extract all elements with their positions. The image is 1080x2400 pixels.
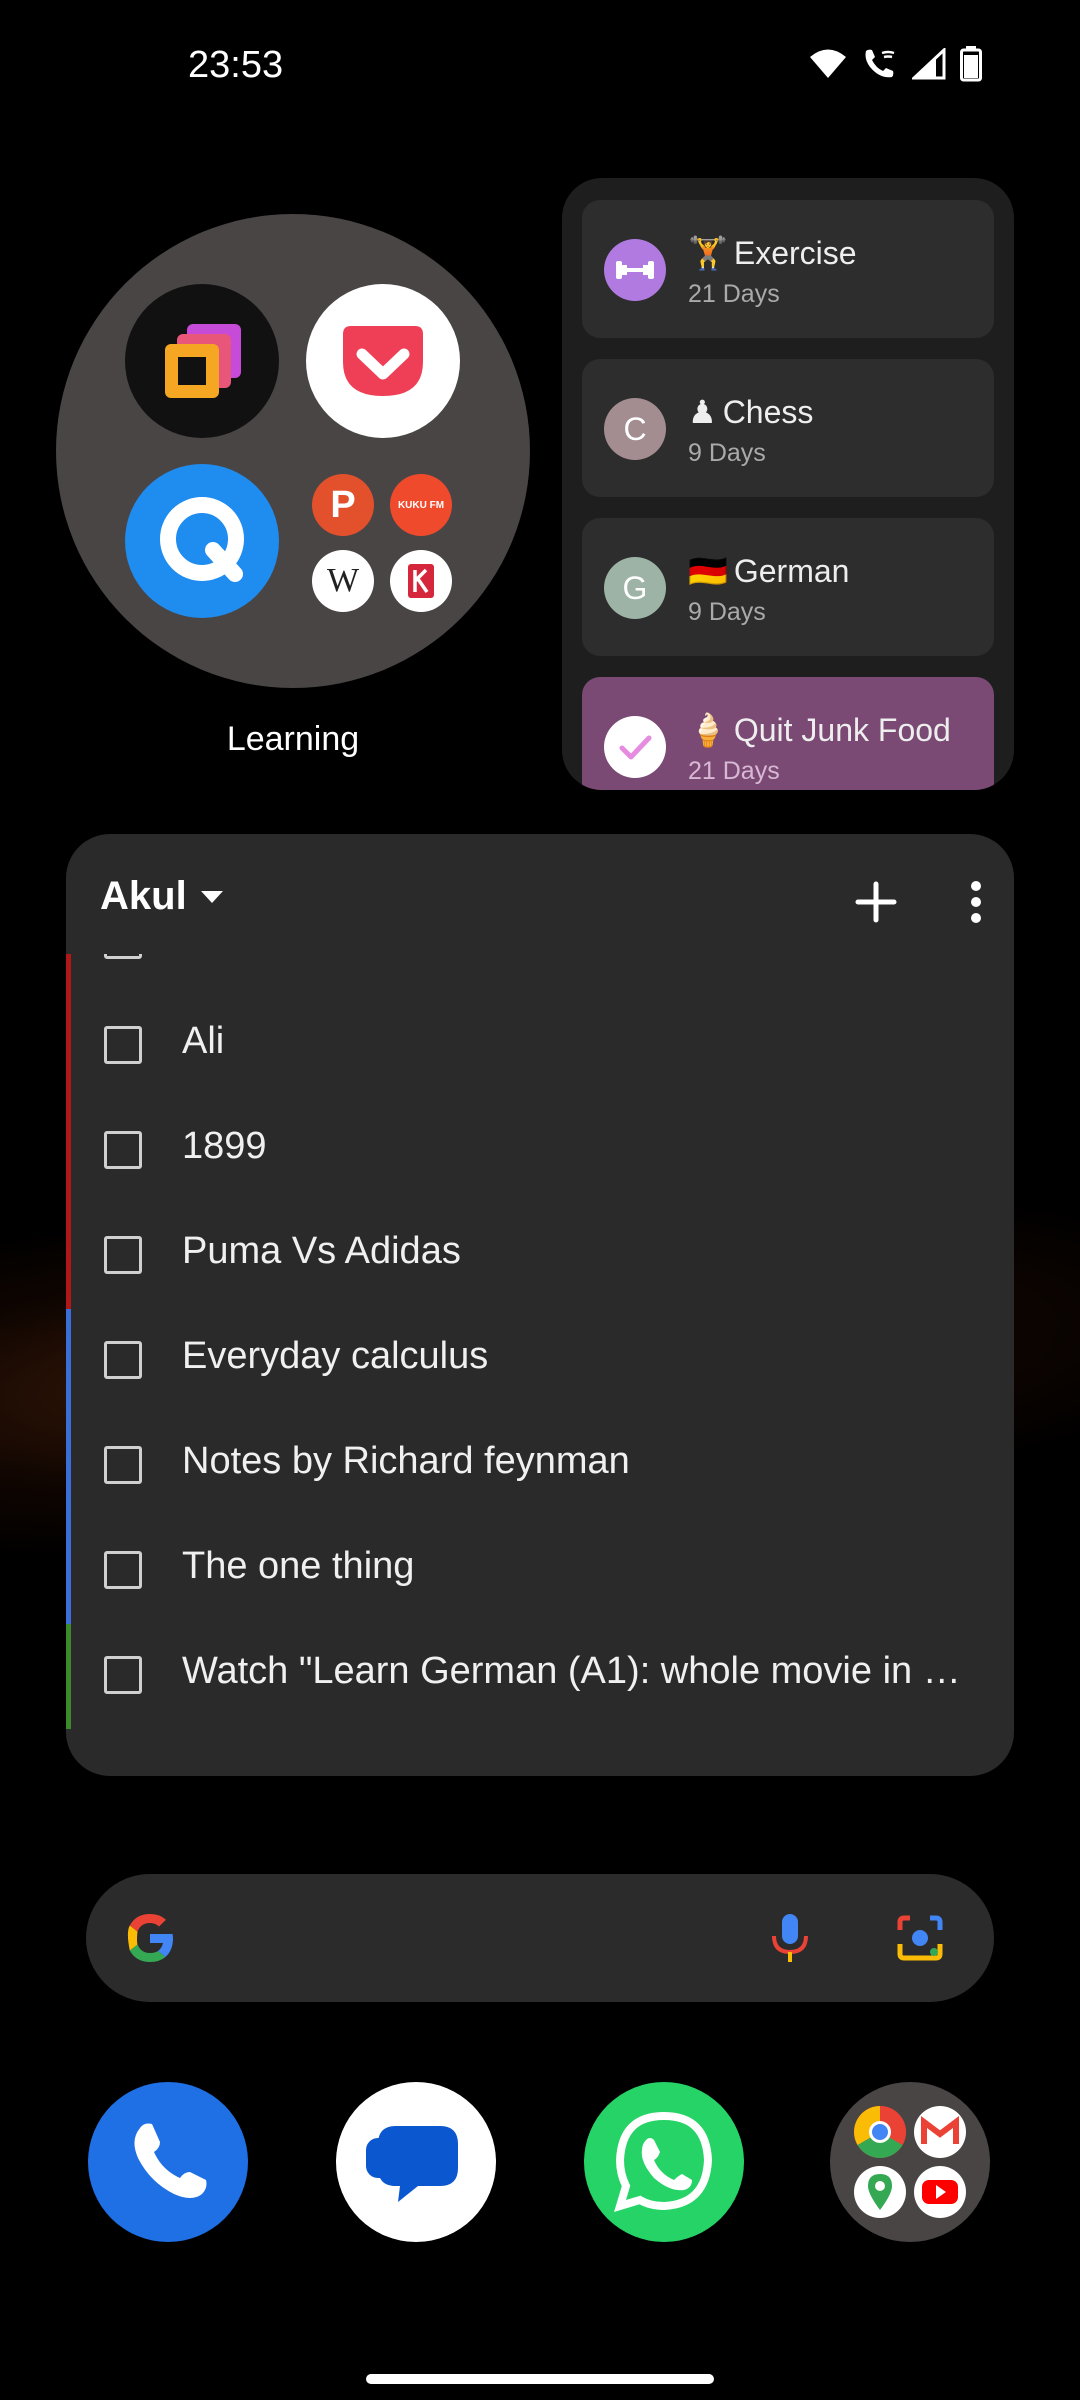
habit-streak: 9 Days [688, 598, 766, 626]
list-selector[interactable]: Akul [100, 874, 223, 919]
task-row[interactable]: 1899 [66, 1099, 1014, 1204]
mic-icon[interactable] [758, 1906, 822, 1970]
habit-streak: 21 Days [688, 280, 780, 308]
habit-item[interactable]: 🏋 Exercise 21 Days [582, 200, 994, 338]
habit-name-text: Quit Junk Food [733, 712, 951, 748]
task-checkbox[interactable] [104, 1656, 142, 1694]
habit-avatar-letter: G [622, 569, 648, 606]
habit-item[interactable]: C ♟ Chess 9 Days [582, 359, 994, 497]
task-checkbox[interactable] [104, 954, 142, 959]
p-app-letter: P [330, 483, 356, 526]
gesture-nav-handle[interactable] [366, 2374, 714, 2384]
habit-name: 🍦 Quit Junk Food [688, 711, 951, 749]
habit-item[interactable]: 🍦 Quit Junk Food 21 Days [582, 677, 994, 790]
habit-emoji: ♟ [688, 394, 717, 430]
battery-icon [960, 46, 982, 82]
kindle-like-app-icon[interactable] [390, 550, 452, 612]
habit-item[interactable]: G 🇩🇪 German 9 Days [582, 518, 994, 656]
task-title: Ali [182, 1020, 225, 1062]
habit-name-text: Chess [722, 394, 814, 430]
habit-avatar-letter: C [623, 410, 647, 447]
dumbbell-icon[interactable] [604, 239, 666, 301]
priority-bar [66, 1099, 71, 1204]
habit-streak: 21 Days [688, 757, 780, 785]
wikipedia-letter: W [326, 562, 360, 599]
habit-name: 🇩🇪 German [688, 552, 849, 590]
whatsapp-icon[interactable] [584, 2082, 744, 2242]
task-title: Everyday calculus [182, 1335, 489, 1377]
folder-label: Learning [226, 720, 360, 758]
task-checkbox[interactable] [104, 1446, 142, 1484]
habit-avatar[interactable]: C [604, 398, 666, 460]
p-app-icon[interactable]: P [312, 474, 374, 536]
google-folder-icon[interactable] [830, 2082, 990, 2242]
list-name: Akul [100, 874, 187, 918]
kukufm-icon[interactable]: KUKU FM [390, 474, 452, 536]
status-bar: 23:53 [0, 0, 1080, 130]
task-title: Puma Vs Adidas [182, 1230, 461, 1272]
add-task-button[interactable] [846, 872, 906, 932]
lens-icon[interactable] [888, 1906, 952, 1970]
wifi-calling-icon [865, 49, 895, 78]
habit-emoji: 🇩🇪 [688, 553, 728, 589]
priority-bar [66, 1519, 71, 1624]
task-row[interactable]: bullet train [66, 954, 1014, 994]
status-icons [808, 46, 982, 82]
search-circle-app-icon[interactable] [125, 464, 279, 618]
task-checkbox[interactable] [104, 1131, 142, 1169]
dropdown-caret-icon [200, 890, 223, 903]
todo-widget: Akul bullet train Ali 1899 Puma Vs Adidas Ev… [66, 834, 1014, 1776]
task-title: Watch "Learn German (A1): whole movie in… [182, 1650, 982, 1692]
wikipedia-icon[interactable]: W [312, 550, 374, 612]
task-checkbox[interactable] [104, 1341, 142, 1379]
priority-bar [66, 1624, 71, 1729]
habit-tracker-widget: 🏋 Exercise 21 Days C ♟ Chess 9 Days G 🇩🇪 German 9 … [562, 178, 1014, 790]
layers-app-icon[interactable] [125, 284, 279, 438]
habit-name: 🏋 Exercise [688, 234, 857, 272]
signal-icon [912, 48, 946, 80]
task-checkbox[interactable] [104, 1236, 142, 1274]
wifi-icon [810, 49, 846, 78]
pocket-icon[interactable] [306, 284, 460, 438]
more-vert-icon [971, 881, 981, 923]
habit-name: ♟ Chess [688, 393, 813, 431]
task-list[interactable]: bullet train Ali 1899 Puma Vs Adidas Everyda… [66, 954, 1014, 1754]
priority-bar [66, 1414, 71, 1519]
task-checkbox[interactable] [104, 1026, 142, 1064]
habit-streak: 9 Days [688, 439, 766, 467]
habit-avatar[interactable]: G [604, 557, 666, 619]
priority-bar [66, 1204, 71, 1309]
check-icon[interactable] [604, 716, 666, 778]
status-time: 23:53 [188, 44, 284, 86]
habit-name-text: German [733, 553, 850, 589]
more-options-button[interactable] [956, 872, 996, 932]
kukufm-label: KUKU FM [397, 499, 445, 511]
habit-name-text: Exercise [733, 235, 857, 271]
google-icon [120, 1908, 180, 1968]
learning-folder[interactable]: P KUKU FM W [56, 214, 530, 688]
task-checkbox[interactable] [104, 1551, 142, 1589]
task-title: bullet train [182, 954, 982, 958]
habit-emoji: 🏋 [688, 235, 728, 271]
task-title: The one thing [182, 1545, 415, 1587]
task-row[interactable]: Watch "Learn German (A1): whole movie in… [66, 1624, 1014, 1729]
task-title: Notes by Richard feynman [182, 1440, 630, 1482]
phone-icon[interactable] [88, 2082, 248, 2242]
priority-bar [66, 954, 71, 994]
task-row[interactable]: Notes by Richard feynman [66, 1414, 1014, 1519]
plus-icon [855, 881, 897, 923]
messages-icon[interactable] [336, 2082, 496, 2242]
google-search-bar[interactable] [86, 1874, 994, 2002]
task-row[interactable]: The one thing [66, 1519, 1014, 1624]
priority-bar [66, 1309, 71, 1414]
task-row[interactable]: Everyday calculus [66, 1309, 1014, 1414]
task-row[interactable]: Puma Vs Adidas [66, 1204, 1014, 1309]
task-title: 1899 [182, 1125, 267, 1167]
priority-bar [66, 994, 71, 1099]
habit-emoji: 🍦 [688, 712, 728, 748]
task-row[interactable]: Ali [66, 994, 1014, 1099]
